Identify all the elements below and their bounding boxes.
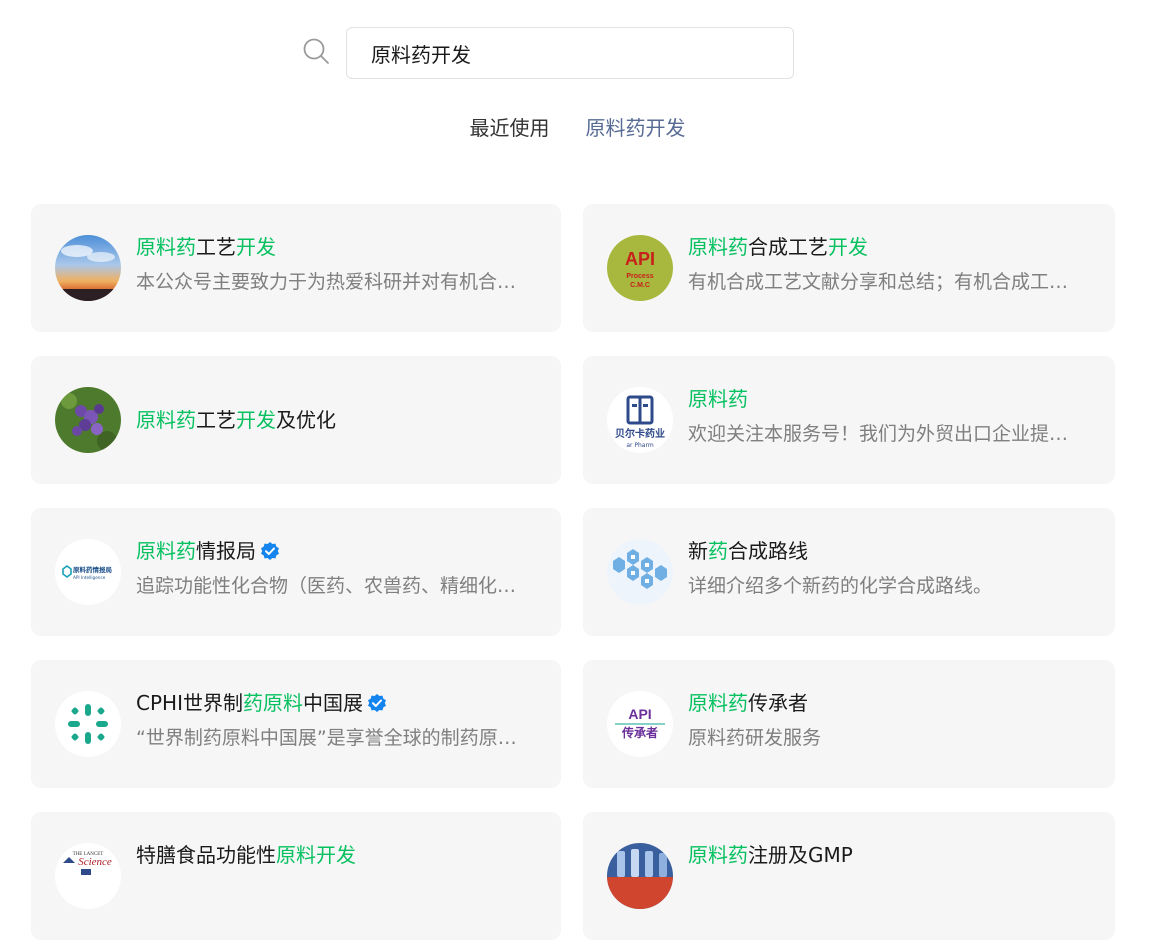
title-highlight: 药原料 <box>242 691 303 715</box>
avatar-text: 原料药情报局 <box>73 565 113 574</box>
api-process-avatar-icon: API Process C.M.C <box>607 235 673 301</box>
title-highlight: 原料药 <box>136 539 196 563</box>
result-title: 特膳食品功能性 原料开发 <box>136 840 533 870</box>
avatar-text: Process <box>626 273 653 280</box>
title-text: 合成工艺 <box>748 235 828 259</box>
account-avatar <box>607 843 673 909</box>
title-highlight: 药 <box>708 539 728 563</box>
search-icon[interactable] <box>302 37 330 65</box>
result-description: 本公众号主要致力于为热爱科研并对有机合成工艺感兴趣的朋友们提供交流平台 <box>136 271 533 293</box>
result-card[interactable]: 原料药工艺开发 本公众号主要致力于为热爱科研并对有机合成工艺感兴趣的朋友们提供交… <box>31 204 561 332</box>
result-description: 有机合成工艺文献分享和总结；有机合成工艺开发经验交流 <box>688 271 1087 293</box>
title-text: CPHI世界制 <box>136 691 243 715</box>
science-avatar-icon: THE LANCET Science <box>55 843 121 909</box>
search-bar <box>302 27 796 81</box>
title-highlight: 原料药 <box>136 408 196 432</box>
avatar-text: API <box>628 706 651 722</box>
result-card[interactable]: 原料药 注册及GMP <box>583 812 1115 940</box>
title-highlight: 原料药 <box>688 387 748 411</box>
result-card[interactable]: 新药合成路线 详细介绍多个新药的化学合成路线。 <box>583 508 1115 636</box>
verified-badge-icon <box>261 542 279 560</box>
api-intelligence-avatar-icon: 原料药情报局 API Intelligence <box>55 539 121 605</box>
result-card[interactable]: API Process C.M.C 原料药 合成工艺 开发 有机合成工艺文献分享和总… <box>583 204 1115 332</box>
results-grid: 原料药工艺开发 本公众号主要致力于为热爱科研并对有机合成工艺感兴趣的朋友们提供交… <box>31 204 1115 940</box>
account-avatar: API Process C.M.C <box>607 235 673 301</box>
avatar-text: API Intelligence <box>73 575 106 580</box>
title-highlight: 开发 <box>236 235 276 259</box>
result-title: 新药合成路线 <box>688 536 1087 566</box>
title-text: 合成路线 <box>728 539 808 563</box>
flower-avatar-icon <box>55 387 121 453</box>
result-title: 原料药 工艺 开发 <box>136 232 533 262</box>
result-title: 原料药 注册及GMP <box>688 840 1087 870</box>
lab-avatar-icon <box>607 843 673 909</box>
result-card[interactable]: 原料药情报局 API Intelligence 原料药 情报局 追踪功能性化合物（… <box>31 508 561 636</box>
title-text: 特膳食品功能性 <box>136 843 276 867</box>
title-highlight: 原料药 <box>688 843 748 867</box>
title-text: 注册及GMP <box>748 843 853 867</box>
result-title: 原料药 工艺 开发 及优化 <box>136 405 336 435</box>
result-title: 原料药 <box>688 384 1087 414</box>
title-highlight: 原料开发 <box>276 843 356 867</box>
account-avatar <box>55 691 121 757</box>
account-avatar <box>607 539 673 605</box>
avatar-text: API <box>625 249 655 269</box>
result-card[interactable]: CPHI世界制 药原料 中国展 “世界制药原料中国展”是享誉全球的制药原料展会 <box>31 660 561 788</box>
api-heir-avatar-icon: API 传承者 <box>607 691 673 757</box>
avatar-text: ar Pharm <box>626 442 654 449</box>
sunset-avatar-icon <box>55 235 121 301</box>
title-text: 工艺 <box>196 235 236 259</box>
result-title: 原料药 传承者 <box>688 688 1087 718</box>
title-text: 新 <box>688 539 708 563</box>
avatar-text: C.M.C <box>630 282 650 289</box>
title-text: 工艺 <box>196 408 236 432</box>
search-input[interactable] <box>346 27 794 79</box>
title-text: 情报局 <box>196 539 256 563</box>
title-highlight: 原料药 <box>136 235 196 259</box>
result-card[interactable]: API 传承者 原料药 传承者 原料药研发服务 <box>583 660 1115 788</box>
account-avatar: 原料药情报局 API Intelligence <box>55 539 121 605</box>
title-highlight: 开发 <box>828 235 868 259</box>
account-avatar <box>55 235 121 301</box>
result-title: 原料药 情报局 <box>136 536 533 566</box>
result-card[interactable]: THE LANCET Science 特膳食品功能性 原料开发 <box>31 812 561 940</box>
account-avatar: 贝尔卡药业 ar Pharm <box>607 387 673 453</box>
belka-avatar-icon: 贝尔卡药业 ar Pharm <box>607 387 673 453</box>
result-title: CPHI世界制 药原料 中国展 <box>136 688 533 718</box>
account-avatar: THE LANCET Science <box>55 843 121 909</box>
title-text: 中国展 <box>302 691 363 715</box>
result-description: 追踪功能性化合物（医药、农兽药、精细化学品）的最新动态 <box>136 575 533 597</box>
verified-badge-icon <box>367 694 386 712</box>
result-card[interactable]: 贝尔卡药业 ar Pharm 原料药 欢迎关注本服务号！我们为外贸出口企业提供原… <box>583 356 1115 484</box>
result-description: 欢迎关注本服务号！我们为外贸出口企业提供原料药相关服务 <box>688 423 1087 445</box>
cphi-avatar-icon <box>55 691 121 757</box>
avatar-text: 贝尔卡药业 <box>615 427 665 440</box>
title-text: 及优化 <box>276 408 336 432</box>
result-description: 原料药研发服务 <box>688 727 822 749</box>
hexagon-avatar-icon <box>607 539 673 605</box>
result-title: 原料药 合成工艺 开发 <box>688 232 1087 262</box>
search-tabs: 最近使用 原料药开发 <box>0 113 1155 143</box>
title-highlight: 原料药 <box>688 691 748 715</box>
title-highlight: 原料药 <box>688 235 748 259</box>
result-description: 详细介绍多个新药的化学合成路线。 <box>688 575 993 597</box>
avatar-text: Science <box>78 856 112 868</box>
tab-recent[interactable]: 最近使用 <box>470 113 550 143</box>
title-text: 传承者 <box>748 691 808 715</box>
account-avatar: API 传承者 <box>607 691 673 757</box>
title-highlight: 开发 <box>236 408 276 432</box>
result-description: “世界制药原料中国展”是享誉全球的制药原料展会 <box>136 727 533 749</box>
account-avatar <box>55 387 121 453</box>
avatar-text: 传承者 <box>621 725 658 740</box>
result-card[interactable]: 原料药 工艺 开发 及优化 <box>31 356 561 484</box>
tab-search-term[interactable]: 原料药开发 <box>586 113 686 143</box>
